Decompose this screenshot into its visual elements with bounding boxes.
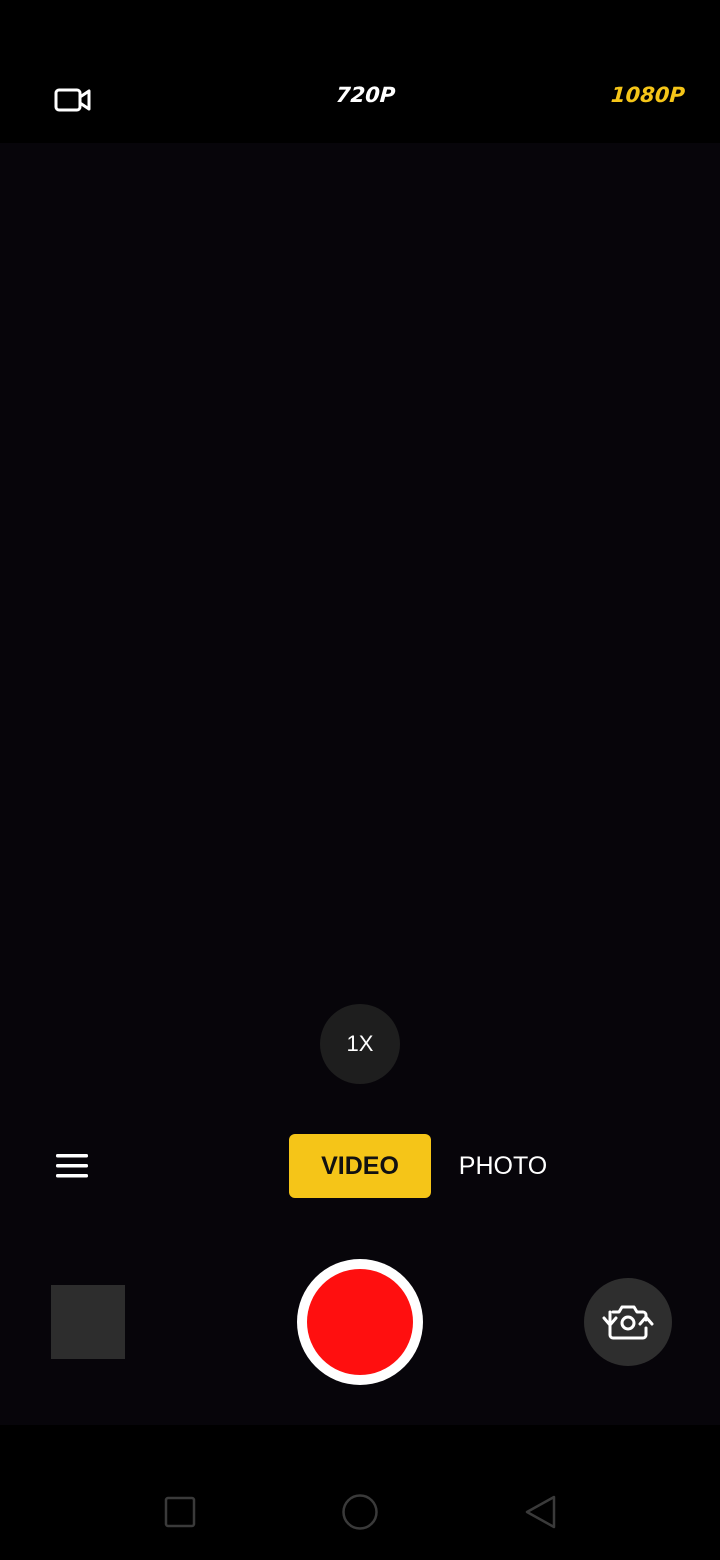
hamburger-menu-icon[interactable] [54, 1150, 90, 1182]
switch-camera-icon [602, 1305, 654, 1340]
record-icon [307, 1269, 413, 1375]
camera-app: 720P 1080P 1X VIDEO PHOTO [0, 0, 720, 1560]
home-circle-icon[interactable] [341, 1493, 379, 1531]
switch-camera-button[interactable] [584, 1278, 672, 1366]
top-bar: 720P 1080P [0, 0, 720, 143]
camera-viewfinder[interactable] [0, 143, 720, 1425]
back-triangle-icon[interactable] [522, 1494, 558, 1530]
tab-video[interactable]: VIDEO [289, 1134, 431, 1198]
gallery-thumbnail[interactable] [51, 1285, 125, 1359]
video-camera-icon[interactable] [54, 86, 92, 114]
zoom-button[interactable]: 1X [320, 1004, 400, 1084]
tab-photo[interactable]: PHOTO [450, 1134, 556, 1198]
resolution-1080p-option[interactable]: 1080P [610, 83, 686, 107]
zoom-label: 1X [346, 1031, 374, 1056]
recents-square-icon[interactable] [164, 1496, 196, 1528]
record-button[interactable] [297, 1259, 423, 1385]
resolution-720p-option[interactable]: 720P [335, 83, 396, 107]
